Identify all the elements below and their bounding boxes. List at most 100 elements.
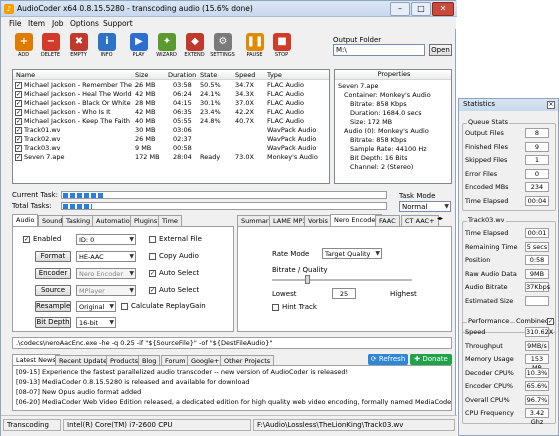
stat-value: 153 MB	[525, 354, 549, 372]
minimize-icon[interactable]: –	[390, 2, 410, 16]
row-checkbox[interactable]: ✓	[15, 118, 22, 125]
news-item[interactable]: [06-20] MediaCoder Web Video Edition rel…	[16, 398, 451, 406]
tab-tasking[interactable]: Tasking	[62, 215, 95, 226]
stat-value: 310.62X	[525, 327, 554, 337]
statistics-window: Statistics × Queue Stats Output Files 8 Fi…	[458, 98, 559, 436]
close-icon[interactable]: ✕	[432, 2, 454, 16]
replaygain-checkbox[interactable]	[121, 303, 128, 310]
quality-slider-thumb[interactable]	[305, 275, 310, 284]
row-checkbox[interactable]: ✓	[15, 154, 22, 161]
task-mode-label: Task Mode	[399, 192, 436, 200]
file-list[interactable]: Name Size Duration State Speed Type ✓ Mic…	[12, 69, 330, 184]
table-row[interactable]: ✓ Michael Jackson - Who Is It 42 MB 06:35 23…	[13, 108, 329, 117]
table-row[interactable]: ✓ Seven 7.ape 172 MB 28:04 Ready 73.0X Monkey'…	[13, 153, 329, 162]
enabled-checkbox[interactable]: ✓	[23, 236, 30, 243]
encoder-select[interactable]: Nero Encoder ▼	[76, 268, 136, 279]
row-checkbox[interactable]: ✓	[15, 136, 22, 143]
stop-button[interactable]: ■ STOP	[268, 32, 295, 60]
source-select[interactable]: MPlayer ▼	[76, 285, 136, 296]
cell-duration: 02:37	[173, 135, 192, 143]
col-duration[interactable]: Duration	[168, 71, 196, 79]
table-row[interactable]: ✓ Michael Jackson - Heal The World 42 MB 06…	[13, 90, 329, 99]
col-type[interactable]: Type	[267, 71, 282, 79]
table-row[interactable]: ✓ Michael Jackson - Remember The ... 26 MB…	[13, 81, 329, 90]
news-item[interactable]: [09-13] MediaCoder 0.8.15.5280 is releas…	[16, 378, 250, 386]
play-button[interactable]: ▶ PLAY	[125, 32, 152, 60]
properties-header: Properties	[335, 70, 451, 80]
hint-track-checkbox[interactable]	[272, 304, 279, 311]
format-button[interactable]: Format	[35, 251, 71, 262]
bit-depth-button[interactable]: Bit Depth	[35, 317, 71, 328]
bit-depth-select[interactable]: 16-bit ▼	[76, 317, 116, 328]
task-mode-select[interactable]: Normal ▼	[399, 201, 451, 212]
table-row[interactable]: ✓ Michael Jackson - Black Or White 28 MB 04…	[13, 99, 329, 108]
settings-button[interactable]: ⚙ SETTINGS	[209, 32, 236, 60]
tab-audio[interactable]: Audio	[12, 214, 39, 226]
col-size[interactable]: Size	[135, 71, 148, 79]
table-row[interactable]: ✓ Track02.wv 26 MB 02:37 WavPack Audio	[13, 135, 329, 144]
menu-support[interactable]: Support	[103, 19, 133, 28]
play-icon: ▶	[130, 33, 148, 51]
audio-id-select[interactable]: ID: 0 ▼	[76, 234, 136, 245]
combined-checkbox[interactable]: ✓	[547, 318, 554, 325]
row-checkbox[interactable]: ✓	[15, 145, 22, 152]
news-item[interactable]: [09-15] Experience the fastest paralleli…	[16, 368, 348, 376]
extend-button[interactable]: ◆ EXTEND	[181, 32, 208, 60]
row-checkbox[interactable]: ✓	[15, 109, 22, 116]
auto-select-source-checkbox[interactable]: ✓	[149, 287, 156, 294]
resample-button[interactable]: Resample	[35, 301, 71, 312]
col-name[interactable]: Name	[16, 71, 35, 79]
donate-button[interactable]: ✚ Donate	[410, 354, 452, 365]
refresh-button[interactable]: ⟳ Refresh	[368, 354, 408, 365]
quality-value-input[interactable]: 25	[332, 288, 356, 299]
menu-job[interactable]: Job	[52, 19, 64, 28]
cell-type: FLAC Audio	[267, 108, 304, 116]
row-checkbox[interactable]: ✓	[15, 127, 22, 134]
pause-icon: ❚❚	[246, 33, 264, 51]
row-checkbox[interactable]: ✓	[15, 91, 22, 98]
wizard-button[interactable]: ✦ WIZARD	[153, 32, 180, 60]
col-speed[interactable]: Speed	[235, 71, 255, 79]
delete-button[interactable]: − DELETE	[37, 32, 64, 60]
prop-line: Bitrate: 858 Kbps	[350, 136, 407, 144]
table-row[interactable]: ✓ Track03.wv 9 MB 00:58 WavPack Audio	[13, 144, 329, 153]
table-row[interactable]: ✓ Track01.wv 30 MB 03:06 WavPack Audio	[13, 126, 329, 135]
stat-label: CPU Frequency	[465, 409, 514, 417]
performance-label: Performance	[467, 317, 511, 325]
tab-faac[interactable]: FAAC	[375, 215, 400, 226]
tab-plugins[interactable]: Plugins	[130, 215, 162, 226]
maximize-icon[interactable]: □	[411, 2, 431, 16]
tab-time[interactable]: Time	[158, 215, 182, 226]
toolbar-label: INFO	[100, 52, 113, 58]
tab-scroll-icon[interactable]: ◂▸	[437, 215, 443, 222]
external-file-checkbox[interactable]	[149, 236, 156, 243]
encoder-button[interactable]: Encoder	[35, 268, 71, 279]
format-select[interactable]: HE-AAC ▼	[76, 251, 136, 262]
quality-slider-track[interactable]	[272, 279, 412, 281]
col-state[interactable]: State	[200, 71, 217, 79]
auto-select-encoder-checkbox[interactable]: ✓	[149, 270, 156, 277]
tab-ct-aac[interactable]: CT AAC+	[401, 215, 439, 226]
output-folder-input[interactable]: M:\	[333, 44, 425, 56]
stat-value: 0:58	[525, 255, 549, 265]
source-button[interactable]: Source	[35, 285, 71, 296]
menu-file[interactable]: File	[9, 19, 22, 28]
row-checkbox[interactable]: ✓	[15, 82, 22, 89]
menu-options[interactable]: Options	[70, 19, 99, 28]
tab-vorbis[interactable]: Vorbis	[304, 215, 332, 226]
row-checkbox[interactable]: ✓	[15, 100, 22, 107]
copy-audio-checkbox[interactable]	[149, 253, 156, 260]
cell-duration: 06:35	[173, 108, 192, 116]
stat-label: Estimated Size	[465, 296, 514, 305]
menu-item[interactable]: Item	[28, 19, 45, 28]
refresh-label: Refresh	[378, 355, 406, 363]
news-item[interactable]: [08-07] New Opus audio format added	[16, 388, 141, 396]
statistics-close-icon[interactable]: ×	[547, 101, 555, 109]
resample-select[interactable]: Original ▼	[76, 301, 116, 312]
open-button[interactable]: Open	[429, 44, 452, 56]
rate-mode-select[interactable]: Target Quality ▼	[322, 248, 382, 259]
command-line-field[interactable]: .\codecs\neroAacEnc.exe -he -q 0.25 -if …	[12, 337, 452, 349]
info-button[interactable]: i INFO	[93, 32, 120, 60]
table-row[interactable]: ✓ Michael Jackson - Keep The Faith 40 MB 05…	[13, 117, 329, 126]
empty-button[interactable]: ✖ EMPTY	[65, 32, 92, 60]
